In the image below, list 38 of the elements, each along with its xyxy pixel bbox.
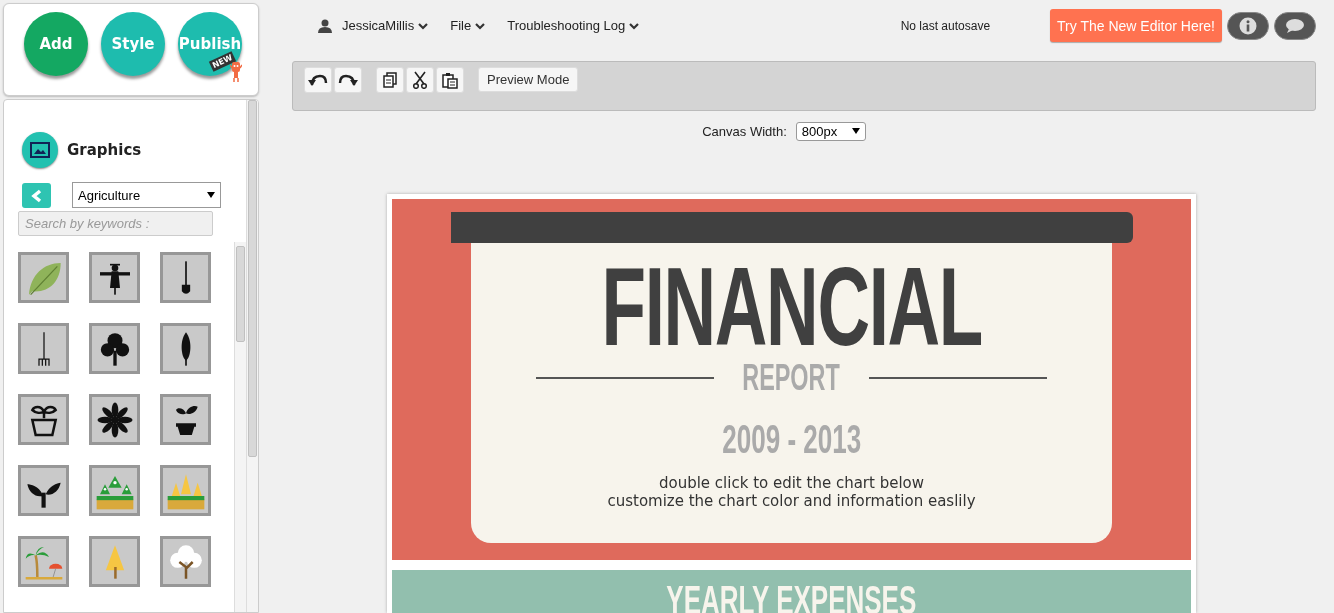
- scrollbar[interactable]: [246, 100, 258, 612]
- copy-icon: [382, 72, 398, 89]
- preview-mode-button[interactable]: Preview Mode: [478, 67, 579, 93]
- report-years: 2009 - 2013: [722, 416, 861, 462]
- paste-button[interactable]: [436, 67, 464, 94]
- redo-button[interactable]: [334, 67, 362, 94]
- instruction-text: double click to edit the chart below: [657, 473, 926, 492]
- caret-icon: [207, 192, 215, 198]
- autosave-status: No last autosave: [900, 18, 991, 33]
- chevron-icon: [629, 21, 640, 30]
- info-icon: [1239, 16, 1257, 35]
- paste-icon: [442, 71, 458, 89]
- menu-item[interactable]: Troubleshooting Log: [507, 18, 640, 34]
- copy-button[interactable]: [376, 67, 404, 94]
- search-field[interactable]: Search by keywords :: [18, 211, 213, 236]
- redo-icon: [338, 73, 358, 88]
- category-select[interactable]: Agriculture: [72, 182, 221, 208]
- scrollbar[interactable]: [234, 242, 246, 612]
- canvas-width-select[interactable]: 800px: [795, 121, 866, 141]
- chevron-icon: [418, 21, 429, 30]
- chat-button[interactable]: [1274, 11, 1316, 40]
- chevron-left-icon: [30, 188, 43, 203]
- undo-button[interactable]: [304, 67, 332, 94]
- caret-icon: [851, 128, 860, 135]
- user-icon: [318, 18, 332, 33]
- scissors-icon: [412, 71, 428, 90]
- info-button[interactable]: [1227, 11, 1269, 40]
- mascot-icon: [230, 60, 242, 82]
- cut-button[interactable]: [406, 67, 434, 94]
- menu-item[interactable]: File: [450, 18, 486, 34]
- instruction-text: customize the chart color and information easlily: [607, 491, 976, 510]
- graphics-icon: [22, 132, 58, 168]
- chat-icon: [1285, 17, 1305, 34]
- chevron-icon: [475, 21, 486, 30]
- undo-icon: [308, 73, 328, 88]
- panel-title: Graphics: [67, 141, 142, 159]
- canvas-width-label: Canvas Width:: [702, 123, 787, 139]
- menu-item[interactable]: JessicaMillis: [318, 18, 429, 34]
